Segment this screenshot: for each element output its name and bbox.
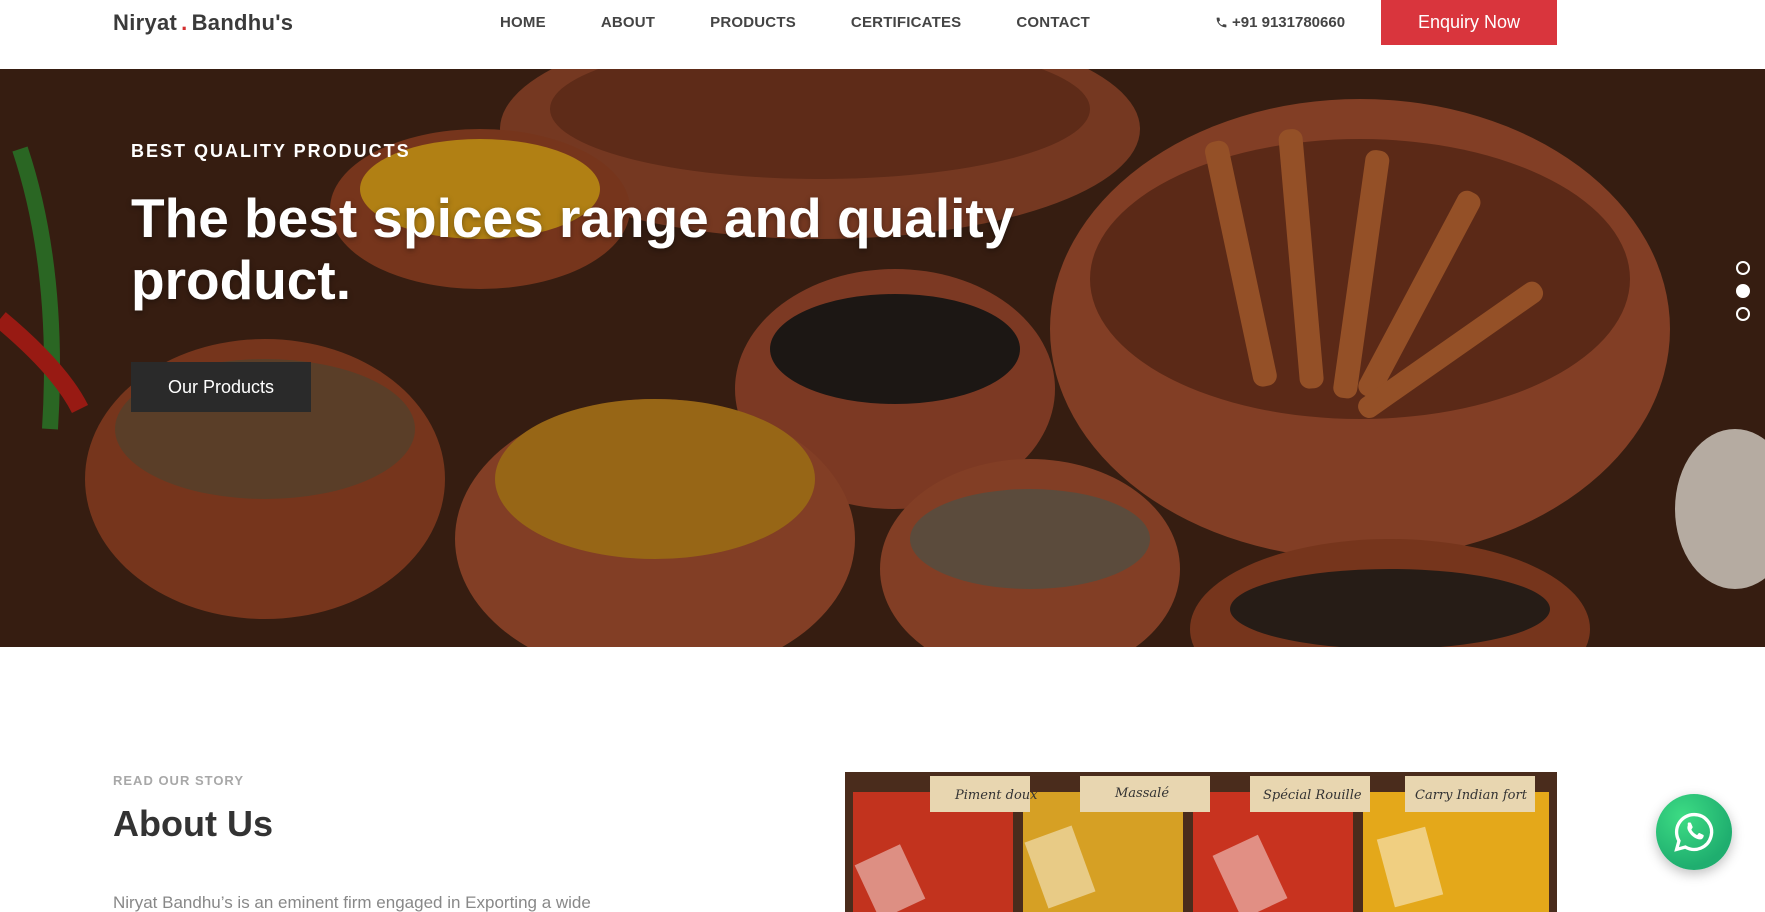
- hero-title: The best spices range and quality produc…: [131, 187, 1015, 311]
- about-text: Niryat Bandhu’s is an eminent firm engag…: [113, 893, 591, 912]
- label-massale: Massalé: [1114, 786, 1169, 801]
- logo-text-second: Bandhu's: [191, 10, 294, 35]
- label-rouille: Spécial Rouille: [1263, 788, 1362, 803]
- about-title: About Us: [113, 803, 273, 844]
- our-products-button[interactable]: Our Products: [131, 362, 311, 412]
- phone-number: +91 9131780660: [1232, 14, 1346, 31]
- slide-dot-2[interactable]: [1736, 284, 1750, 298]
- phone-icon: [1216, 17, 1227, 28]
- label-piment: Piment doux: [954, 788, 1038, 803]
- slide-dot-3[interactable]: [1736, 307, 1750, 321]
- logo-dot: .: [181, 10, 188, 35]
- hero-eyebrow: BEST QUALITY PRODUCTS: [131, 141, 411, 161]
- nav-home[interactable]: HOME: [500, 14, 546, 31]
- site-header: Niryat. Bandhu's HOME ABOUT PRODUCTS CERT…: [0, 0, 1765, 69]
- about-image: Piment doux Massalé Spécial Rouille Carr…: [845, 772, 1557, 912]
- hero-slider: BEST QUALITY PRODUCTS The best spices ra…: [0, 69, 1765, 647]
- nav-contact[interactable]: CONTACT: [1016, 14, 1090, 31]
- enquiry-button[interactable]: Enquiry Now: [1381, 0, 1557, 45]
- whatsapp-button[interactable]: [1656, 794, 1732, 870]
- spice-market-image: Piment doux Massalé Spécial Rouille Carr…: [845, 772, 1557, 912]
- phone-link[interactable]: +91 9131780660: [1215, 14, 1345, 31]
- site-logo[interactable]: Niryat. Bandhu's: [113, 10, 293, 36]
- nav-products[interactable]: PRODUCTS: [710, 14, 796, 31]
- logo-text-first: Niryat: [113, 10, 178, 35]
- slider-pagination: [1736, 261, 1750, 321]
- main-nav: HOME ABOUT PRODUCTS CERTIFICATES CONTACT: [500, 14, 1145, 31]
- label-carry: Carry Indian fort: [1415, 788, 1528, 803]
- about-eyebrow: READ OUR STORY: [113, 773, 245, 788]
- nav-certificates[interactable]: CERTIFICATES: [851, 14, 961, 31]
- slide-dot-1[interactable]: [1736, 261, 1750, 275]
- whatsapp-icon: [1674, 812, 1714, 852]
- nav-about[interactable]: ABOUT: [601, 14, 655, 31]
